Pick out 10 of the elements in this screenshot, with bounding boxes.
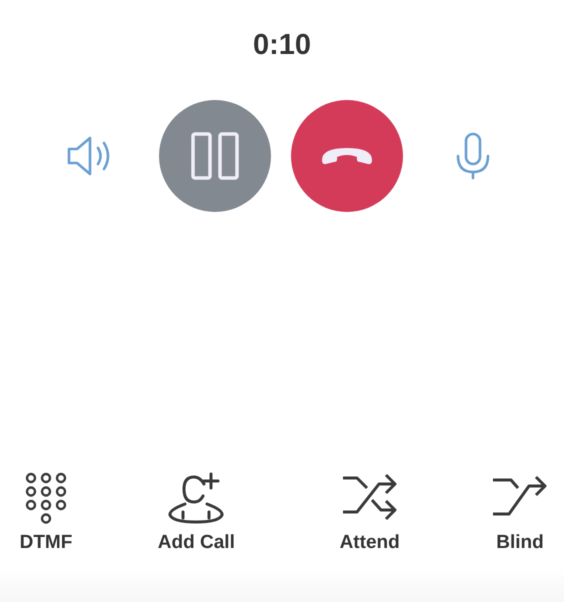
keypad-button[interactable]: DTMF: [4, 472, 88, 554]
attend-button[interactable]: Attend: [304, 472, 435, 554]
microphone-icon: [455, 132, 491, 180]
blind-button[interactable]: Blind: [478, 472, 562, 554]
keypad-icon: [24, 472, 68, 524]
call-timer: 0:10: [252, 28, 312, 62]
add-button[interactable]: Add Call: [131, 472, 262, 554]
pause-icon: [190, 131, 240, 181]
add-person-icon: [167, 472, 226, 524]
phone-icon: [320, 146, 374, 166]
